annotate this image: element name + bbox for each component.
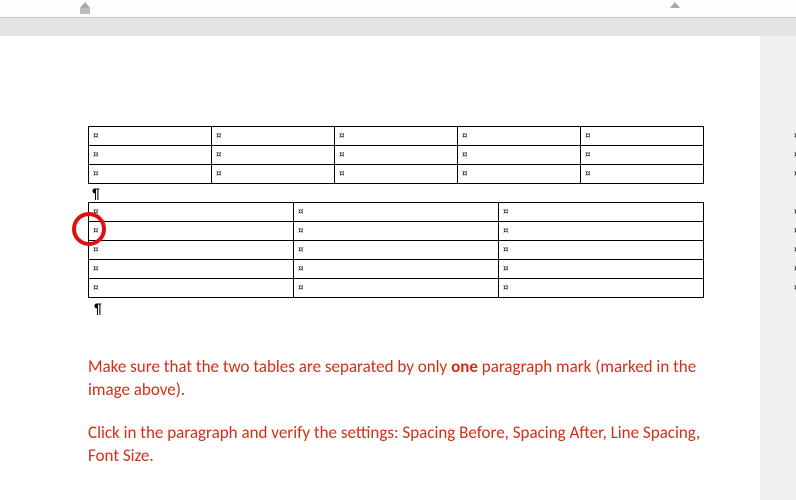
ruler-indent-marker-left[interactable] <box>80 2 90 14</box>
cell-end-mark: ¤ <box>339 129 344 142</box>
text-bold: one <box>451 356 478 377</box>
cell-end-mark: ¤ <box>93 224 98 237</box>
table-cell[interactable]: ¤ <box>458 165 581 184</box>
table-cell[interactable]: ¤ <box>89 222 294 241</box>
table-cell[interactable]: ¤ <box>581 146 704 165</box>
cell-end-mark: ¤ <box>503 281 508 294</box>
trailing-paragraph[interactable]: ¶ <box>88 298 720 316</box>
table-row: ¤ ¤ ¤ <box>89 260 704 279</box>
table-cell[interactable]: ¤ <box>499 279 704 298</box>
table-cell[interactable]: ¤ <box>212 146 335 165</box>
cell-end-mark: ¤ <box>298 281 303 294</box>
table-cell[interactable]: ¤ <box>212 165 335 184</box>
table-cell[interactable]: ¤ <box>335 146 458 165</box>
cell-end-mark: ¤ <box>298 205 303 218</box>
cell-end-mark: ¤ <box>462 148 467 161</box>
table-cell[interactable]: ¤ <box>294 279 499 298</box>
table-1-wrap: ¤ ¤ ¤ ¤ ¤ ¤ ¤ ¤ ¤ ¤ ¤ ¤ ¤ ¤ <box>88 126 720 184</box>
cell-end-mark: ¤ <box>93 243 98 256</box>
table-cell[interactable]: ¤ <box>458 146 581 165</box>
table-row: ¤ ¤ ¤ <box>89 241 704 260</box>
table-1[interactable]: ¤ ¤ ¤ ¤ ¤ ¤ ¤ ¤ ¤ ¤ ¤ ¤ ¤ ¤ <box>88 126 704 184</box>
cell-end-mark: ¤ <box>216 148 221 161</box>
cell-end-mark: ¤ <box>216 129 221 142</box>
ruler-indent-marker-right[interactable] <box>670 2 680 14</box>
table-2-wrap: ¤ ¤ ¤ ¤ ¤ ¤ ¤ ¤ ¤ ¤ ¤ ¤ <box>88 202 720 298</box>
cell-end-mark: ¤ <box>585 167 590 180</box>
pilcrow-icon: ¶ <box>94 300 102 316</box>
table-cell[interactable]: ¤ <box>294 203 499 222</box>
table-cell[interactable]: ¤ <box>458 127 581 146</box>
pilcrow-icon: ¶ <box>92 185 100 201</box>
table-cell[interactable]: ¤ <box>335 165 458 184</box>
cell-end-mark: ¤ <box>93 205 98 218</box>
table-row: ¤ ¤ ¤ ¤ ¤ <box>89 165 704 184</box>
cell-end-mark: ¤ <box>339 148 344 161</box>
cell-end-mark: ¤ <box>93 167 98 180</box>
table-cell[interactable]: ¤ <box>89 241 294 260</box>
table-row: ¤ ¤ ¤ <box>89 203 704 222</box>
table-cell[interactable]: ¤ <box>499 203 704 222</box>
table-cell[interactable]: ¤ <box>499 222 704 241</box>
table-cell[interactable]: ¤ <box>89 146 212 165</box>
table-row: ¤ ¤ ¤ <box>89 222 704 241</box>
table-row: ¤ ¤ ¤ ¤ ¤ <box>89 127 704 146</box>
cell-end-mark: ¤ <box>216 167 221 180</box>
table-cell[interactable]: ¤ <box>212 127 335 146</box>
cell-end-mark: ¤ <box>298 262 303 275</box>
cell-end-mark: ¤ <box>503 262 508 275</box>
table-cell[interactable]: ¤ <box>89 260 294 279</box>
document-page[interactable]: ¤ ¤ ¤ ¤ ¤ ¤ ¤ ¤ ¤ ¤ ¤ ¤ ¤ ¤ <box>0 36 760 500</box>
cell-end-mark: ¤ <box>339 167 344 180</box>
cell-end-mark: ¤ <box>503 243 508 256</box>
table-row: ¤ ¤ ¤ ¤ ¤ <box>89 146 704 165</box>
table-cell[interactable]: ¤ <box>581 127 704 146</box>
cell-end-mark: ¤ <box>93 281 98 294</box>
page-gap <box>0 18 796 36</box>
ruler <box>0 0 796 18</box>
text: Make sure that the two tables are separa… <box>88 356 451 377</box>
instruction-text: Make sure that the two tables are separa… <box>88 356 704 468</box>
table-row: ¤ ¤ ¤ <box>89 279 704 298</box>
cell-end-mark: ¤ <box>298 243 303 256</box>
cell-end-mark: ¤ <box>503 224 508 237</box>
cell-end-mark: ¤ <box>93 262 98 275</box>
table-cell[interactable]: ¤ <box>294 222 499 241</box>
separator-paragraph[interactable]: ¶ <box>88 184 720 202</box>
cell-end-mark: ¤ <box>93 148 98 161</box>
table-cell[interactable]: ¤ <box>294 241 499 260</box>
cell-end-mark: ¤ <box>462 129 467 142</box>
cell-end-mark: ¤ <box>298 224 303 237</box>
table-cell[interactable]: ¤ <box>89 127 212 146</box>
table-cell[interactable]: ¤ <box>499 241 704 260</box>
cell-end-mark: ¤ <box>503 205 508 218</box>
cell-end-mark: ¤ <box>462 167 467 180</box>
table-cell[interactable]: ¤ <box>335 127 458 146</box>
table-cell[interactable]: ¤ <box>499 260 704 279</box>
table-cell[interactable]: ¤ <box>89 203 294 222</box>
table-cell[interactable]: ¤ <box>581 165 704 184</box>
instruction-paragraph-2: Click in the paragraph and verify the se… <box>88 422 704 468</box>
cell-end-mark: ¤ <box>585 148 590 161</box>
table-cell[interactable]: ¤ <box>89 165 212 184</box>
cell-end-mark: ¤ <box>585 129 590 142</box>
table-cell[interactable]: ¤ <box>89 279 294 298</box>
table-cell[interactable]: ¤ <box>294 260 499 279</box>
instruction-paragraph-1: Make sure that the two tables are separa… <box>88 356 704 402</box>
cell-end-mark: ¤ <box>93 129 98 142</box>
table-2[interactable]: ¤ ¤ ¤ ¤ ¤ ¤ ¤ ¤ ¤ ¤ ¤ ¤ <box>88 202 704 298</box>
